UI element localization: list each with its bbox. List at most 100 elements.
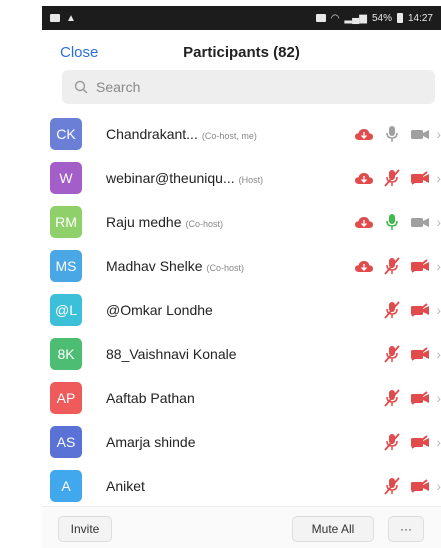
footer-bar: Invite Mute All ··· [42,506,441,548]
participant-role: (Co-host) [185,219,224,229]
participant-controls: › [384,389,441,407]
participant-role: (Co-host) [206,263,245,273]
participant-controls: › [384,301,441,319]
video-off-icon[interactable] [410,347,430,361]
notification-icon [315,14,326,22]
participant-name-block: Madhav Shelke (Co-host) [106,258,244,274]
participant-controls: › [354,257,441,275]
participant-controls: › [354,213,441,231]
mic-muted-icon[interactable] [384,389,401,407]
video-off-icon[interactable] [410,259,430,273]
mic-muted-icon[interactable] [384,433,401,451]
avatar: RM [50,206,82,238]
participant-name: Chandrakant... [106,126,198,142]
participant-list: CK Chandrakant... (Co-host, me) › Wwebinar@t… [42,112,441,508]
video-off-icon[interactable] [410,391,430,405]
participant-name-block: Aaftab Pathan [106,390,195,406]
cloud-recording-icon [355,261,374,272]
page-title: Participants (82) [183,43,300,61]
avatar: CK [50,118,82,150]
mic-icon[interactable] [384,213,400,231]
cloud-recording-icon [355,217,374,228]
status-bar: ▲ ◠ ▂▄▆ 54% 14:27 [42,6,441,30]
participant-role: (Co-host, me) [201,131,257,141]
participant-name: Amarja shinde [106,434,196,450]
avatar: AP [50,382,82,414]
mic-muted-icon[interactable] [384,345,401,363]
battery-icon [396,13,403,23]
participant-controls: › [354,169,441,187]
search-input[interactable]: Search [62,70,435,104]
chevron-right-icon[interactable]: › [436,478,441,494]
chevron-right-icon[interactable]: › [436,434,441,450]
participant-name-block: Raju medhe (Co-host) [106,214,223,230]
video-icon[interactable] [410,215,430,229]
mic-muted-icon[interactable] [384,169,401,187]
participant-controls: › [384,433,441,451]
mic-icon[interactable] [384,125,400,143]
participant-row[interactable]: A Aniket › [42,464,441,508]
chevron-right-icon[interactable]: › [436,302,441,318]
participant-row[interactable]: MS Madhav Shelke (Co-host) › [42,244,441,288]
video-icon[interactable] [410,127,430,141]
participant-name-block: Amarja shinde [106,434,196,450]
video-off-icon[interactable] [410,479,430,493]
mic-muted-icon[interactable] [384,257,401,275]
participant-controls: › [354,125,441,143]
chevron-right-icon[interactable]: › [436,390,441,406]
participant-name-block: Chandrakant... (Co-host, me) [106,126,257,142]
participant-row[interactable]: RM Raju medhe (Co-host) › [42,200,441,244]
alert-icon: ▲ [66,12,76,24]
participant-name-block: 88_Vaishnavi Konale [106,346,237,362]
participant-name-block: webinar@theuniqu... (Host) [106,170,263,186]
participant-name: Aaftab Pathan [106,390,195,406]
participant-name: @Omkar Londhe [106,302,213,318]
participant-row[interactable]: Wwebinar@theuniqu... (Host) › [42,156,441,200]
participant-controls: › [384,477,441,495]
mic-muted-icon[interactable] [384,477,401,495]
participant-name: Madhav Shelke [106,258,203,274]
participant-name: Raju medhe [106,214,182,230]
participant-row[interactable]: @L @Omkar Londhe › [42,288,441,332]
avatar: 8K [50,338,82,370]
chevron-right-icon[interactable]: › [436,346,441,362]
search-placeholder: Search [96,79,141,95]
participant-row[interactable]: 8K 88_Vaishnavi Konale › [42,332,441,376]
avatar: MS [50,250,82,282]
header: Close Participants (82) [42,30,441,74]
invite-button[interactable]: Invite [58,516,112,542]
battery-percent: 54% [371,12,392,24]
chevron-right-icon[interactable]: › [436,214,441,230]
wifi-icon: ◠ [330,12,340,24]
mic-muted-icon[interactable] [384,301,401,319]
avatar: @L [50,294,82,326]
gallery-icon [50,14,60,22]
participant-name: webinar@theuniqu... [106,170,235,186]
chevron-right-icon[interactable]: › [436,126,441,142]
cloud-recording-icon [355,173,374,184]
avatar: A [50,470,82,502]
participant-name-block: @Omkar Londhe [106,302,213,318]
participant-row[interactable]: CK Chandrakant... (Co-host, me) › [42,112,441,156]
participant-role: (Host) [238,175,264,185]
participant-row[interactable]: AP Aaftab Pathan › [42,376,441,420]
video-off-icon[interactable] [410,171,430,185]
avatar: AS [50,426,82,458]
chevron-right-icon[interactable]: › [436,258,441,274]
participant-name-block: Aniket [106,478,145,494]
participant-controls: › [384,345,441,363]
participant-name: 88_Vaishnavi Konale [106,346,237,362]
participant-row[interactable]: AS Amarja shinde › [42,420,441,464]
signal-icon: ▂▄▆ [344,12,367,24]
video-off-icon[interactable] [410,435,430,449]
chevron-right-icon[interactable]: › [436,170,441,186]
search-icon [74,80,88,94]
mute-all-button[interactable]: Mute All [292,516,374,542]
more-button[interactable]: ··· [388,516,424,542]
cloud-recording-icon [355,129,374,140]
clock: 14:27 [407,12,433,24]
participant-name: Aniket [106,478,145,494]
participants-screen: ▲ ◠ ▂▄▆ 54% 14:27 Close Participants (82… [42,6,441,548]
avatar: W [50,162,82,194]
video-off-icon[interactable] [410,303,430,317]
